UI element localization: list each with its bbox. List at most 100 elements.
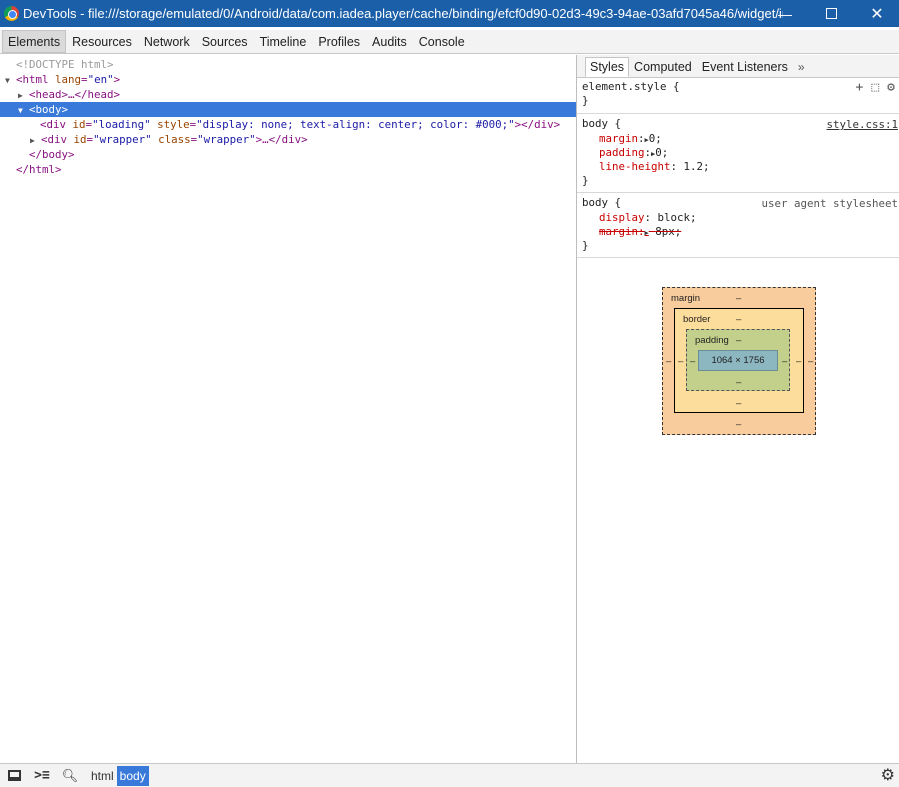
ua-rule-selector: body { [582,196,622,209]
border-left-value[interactable]: – [678,356,683,367]
prop-name: line-height [599,160,671,173]
tab-computed[interactable]: Computed [629,57,697,77]
gear-icon[interactable]: ⚙ [887,81,895,94]
breadcrumb-body[interactable]: body [116,765,149,786]
dock-icon [7,770,21,781]
body-rule: body { style.css:1 margin:▶0; padding:▶0… [577,115,899,193]
tab-sources[interactable]: Sources [196,30,254,53]
expanded-triangle-icon[interactable]: ▼ [18,103,29,118]
padding-bottom-value[interactable]: – [736,377,741,388]
body-rule-close: } [582,174,589,187]
dom-div-wrapper[interactable]: ▶ <div id="wrapper" class="wrapper">…</di… [0,132,576,147]
dom-html-node[interactable]: ▼ <html lang="en"> [0,72,576,87]
dom-tree: <!DOCTYPE html> ▼ <html lang="en"> ▶ <head… [0,55,576,763]
tab-timeline[interactable]: Timeline [254,30,313,53]
border-right-value[interactable]: – [796,356,801,367]
prop-margin-overridden: margin:▶ 8px; [599,225,682,238]
panel-tabbar: Elements Resources Network Sources Timel… [0,30,899,54]
tab-event-listeners[interactable]: Event Listeners [697,57,793,77]
styles-sidebar: Styles Computed Event Listeners » elemen… [577,55,899,763]
settings-gear-icon[interactable]: ⚙ [881,765,895,785]
border-top-value[interactable]: – [736,314,741,325]
element-state-icon[interactable]: ⬚ [871,81,879,94]
tab-elements[interactable]: Elements [2,30,67,53]
ua-rule-close: } [582,239,589,252]
tab-profiles[interactable]: Profiles [312,30,366,53]
add-rule-icon[interactable]: + [856,81,864,94]
window-titlebar: DevTools - file:///storage/emulated/0/An… [0,0,899,27]
dom-html-close[interactable]: </html> [0,162,576,177]
maximize-icon [825,8,837,19]
search-icon: 🔍︎ [61,767,79,783]
ua-stylesheet-label: user agent stylesheet [761,197,898,210]
maximize-button[interactable] [808,0,854,27]
prop-name: padding [599,146,645,159]
prop-value: 0; [655,146,669,159]
tab-audits[interactable]: Audits [366,30,413,53]
prop-line-height[interactable]: line-height: 1.2; [599,160,710,174]
margin-left-value[interactable]: – [666,356,671,367]
id-attr: id [72,118,86,131]
prop-padding[interactable]: padding:▶0; [599,146,668,160]
sidebar-tabbar: Styles Computed Event Listeners » [577,55,899,78]
element-style-selector[interactable]: element.style { [582,80,680,94]
prop-name: margin [599,132,639,145]
close-button[interactable]: ✕ [854,0,899,27]
box-model-border: border – – – – padding – – – – 1064 × 17… [674,308,804,413]
prop-value: 0; [648,132,662,145]
box-model-content[interactable]: 1064 × 1756 [698,350,778,371]
prop-name: margin [599,225,639,238]
tab-console[interactable]: Console [413,30,471,53]
html-lang-value: "en" [87,73,114,86]
dom-div-loading[interactable]: <div id="loading" style="display: none; … [0,117,576,132]
close-icon: ✕ [870,5,884,23]
dom-body-node[interactable]: ▼ <body> [0,102,576,117]
tab-styles[interactable]: Styles [585,57,630,77]
padding-top-value[interactable]: – [736,335,741,346]
margin-bottom-value[interactable]: – [736,419,741,430]
prop-margin[interactable]: margin:▶0; [599,132,662,146]
dom-head-node[interactable]: ▶ <head>…</head> [0,87,576,102]
dock-button[interactable] [0,765,28,787]
minimize-button[interactable]: — [762,0,808,27]
style-attr: style [157,118,190,131]
box-model-padding: padding – – – – 1064 × 1756 [686,329,790,391]
margin-top-value[interactable]: – [736,293,741,304]
breadcrumb-html[interactable]: html [88,766,117,786]
class-value: "wrapper" [197,133,256,146]
bottom-toolbar: >≡ 🔍︎ html body ⚙ [0,763,899,787]
prop-name: display [599,211,645,224]
body-open-tag: <body> [29,103,69,116]
head-tag: <head>…</head> [29,88,121,101]
div-open-tag: <div [40,118,67,131]
expanded-triangle-icon[interactable]: ▼ [5,73,16,88]
prop-value: 8px; [655,225,682,238]
padding-right-value[interactable]: – [782,356,787,367]
tab-resources[interactable]: Resources [66,30,138,53]
expand-shorthand-icon: ▶ [644,229,649,237]
margin-right-value[interactable]: – [808,356,813,367]
collapsed-triangle-icon[interactable]: ▶ [18,88,29,103]
more-tabs-icon[interactable]: » [793,57,805,77]
padding-left-value[interactable]: – [690,356,695,367]
body-close-tag: </body> [29,148,75,161]
console-drawer-icon: >≡ [34,768,50,783]
id-attr: id [73,133,87,146]
html-close-tag: </html> [16,163,62,176]
prop-value: 1.2; [683,160,710,173]
border-bottom-value[interactable]: – [736,398,741,409]
body-rule-selector[interactable]: body { [582,117,621,131]
div-close-tag: >…</div> [255,133,308,146]
dom-body-close[interactable]: </body> [0,147,576,162]
style-toolbar: + ⬚ ⚙ [856,81,895,94]
style-source-link[interactable]: style.css:1 [826,118,898,131]
console-drawer-button[interactable]: >≡ [28,765,56,787]
element-style-rule: element.style { } + ⬚ ⚙ [577,78,899,114]
minimize-icon: — [778,5,792,22]
dom-doctype[interactable]: <!DOCTYPE html> [0,57,576,72]
collapsed-triangle-icon[interactable]: ▶ [30,133,41,148]
tab-network[interactable]: Network [138,30,196,53]
html-lang-attr: lang [55,73,82,86]
class-attr: class [158,133,191,146]
inspect-search-button[interactable]: 🔍︎ [56,765,84,787]
